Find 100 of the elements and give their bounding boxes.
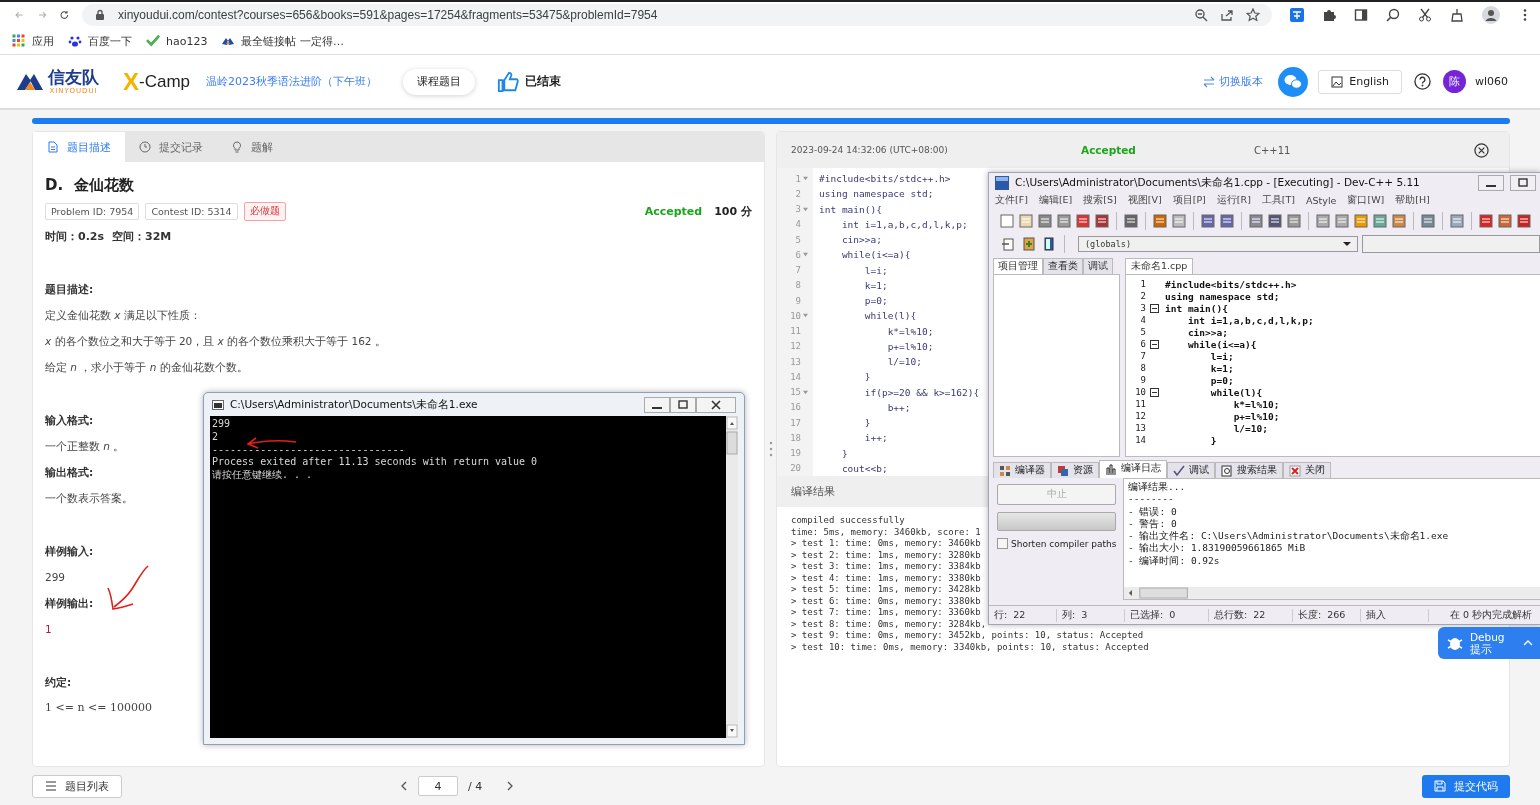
code-line: int i=1,a,b,c,d,l,k,p; <box>840 218 968 230</box>
toolbar-icon[interactable] <box>1094 213 1110 229</box>
splitter-handle[interactable] <box>768 441 773 458</box>
toolbar-icon[interactable] <box>1001 236 1017 252</box>
maximize-icon[interactable] <box>670 396 696 413</box>
line-number: 7 <box>1139 351 1146 361</box>
debug-tip-button[interactable]: Debug 提示 <box>1438 627 1540 659</box>
log-line: - 编译时间: 0.92s <box>1128 554 1220 568</box>
bookmark-link[interactable]: hao123 <box>146 34 208 48</box>
problem-tab[interactable]: 题目描述 <box>33 132 125 162</box>
toolbar-icon[interactable] <box>1200 213 1216 229</box>
menu-item[interactable]: 搜索[S] <box>1083 194 1117 207</box>
next-page-icon[interactable] <box>506 781 515 792</box>
maximize-icon[interactable] <box>1510 174 1536 191</box>
fold-caret-icon[interactable] <box>803 206 808 212</box>
menu-item[interactable]: 工具[T] <box>1261 194 1296 207</box>
scope-dropdown[interactable]: (globals) <box>1078 236 1358 252</box>
page-input[interactable]: 4 <box>418 776 458 797</box>
broom-icon[interactable] <box>1450 8 1464 22</box>
language-button[interactable]: English <box>1318 69 1402 94</box>
output-tab[interactable]: 资源 <box>1051 462 1099 478</box>
minimize-icon[interactable] <box>644 396 670 413</box>
toolbar-icon[interactable] <box>1420 213 1436 229</box>
close-icon[interactable] <box>1474 142 1489 158</box>
course-link[interactable]: 温岭2023秋季语法进阶（下午班） <box>206 74 378 89</box>
menu-item[interactable]: 运行[R] <box>1216 194 1251 207</box>
horizontal-scrollbar[interactable] <box>1124 587 1540 599</box>
toolbar-icon[interactable] <box>1267 213 1283 229</box>
toolbar-icon[interactable] <box>1497 213 1513 229</box>
problem-tab[interactable]: 题解 <box>217 132 287 162</box>
log-line: - 警告: 0 <box>1128 517 1177 530</box>
problem-list-button[interactable]: 题目列表 <box>32 774 122 798</box>
debug-title: Debug <box>1470 631 1506 643</box>
vertical-scrollbar[interactable] <box>726 416 738 738</box>
checkbox[interactable] <box>997 538 1008 549</box>
share-icon[interactable] <box>1220 8 1234 22</box>
translate-icon[interactable] <box>1290 8 1304 22</box>
toolbar-icon[interactable] <box>1516 213 1532 229</box>
close-icon[interactable] <box>696 396 736 413</box>
toolbar-icon[interactable] <box>1248 213 1264 229</box>
fold-caret-icon[interactable] <box>803 176 808 182</box>
sidebar-icon[interactable] <box>1354 8 1368 22</box>
menu-item[interactable]: 项目[P] <box>1172 194 1206 207</box>
line-number: 6 <box>795 249 801 260</box>
zoom-out-icon[interactable] <box>1194 8 1208 22</box>
output-tab[interactable]: 调试 <box>1167 462 1215 478</box>
toolbar-icon[interactable] <box>1021 236 1037 252</box>
menu-item[interactable]: 窗口[W] <box>1347 194 1385 207</box>
menu-item[interactable]: 帮助[H] <box>1395 194 1430 207</box>
file-tab[interactable]: 未命名1.cpp <box>1125 258 1194 274</box>
output-tab[interactable]: 关闭 <box>1283 462 1331 478</box>
submit-code-button[interactable]: 提交代码 <box>1422 774 1510 798</box>
bookmark-link[interactable]: 应用 <box>12 33 54 49</box>
toolbar-icon[interactable] <box>1037 213 1053 229</box>
menu-item[interactable]: AStyle <box>1306 195 1337 206</box>
help-icon[interactable] <box>1413 73 1431 90</box>
output-tab[interactable]: 编译器 <box>993 462 1051 478</box>
side-tab[interactable]: 查看类 <box>1043 258 1083 274</box>
collapse-icon[interactable] <box>1149 339 1159 349</box>
side-tab[interactable]: 调试 <box>1083 258 1113 274</box>
toolbar-icon[interactable] <box>1123 213 1139 229</box>
minimize-icon[interactable] <box>1478 174 1504 191</box>
contest-status: 已结束 <box>525 73 562 90</box>
check-logo-icon <box>146 34 160 48</box>
function-dropdown[interactable] <box>1362 235 1540 253</box>
problem-tab[interactable]: 提交记录 <box>125 132 217 162</box>
output-tab[interactable]: 编译日志 <box>1099 460 1167 478</box>
course-problems-button[interactable]: 课程题目 <box>403 68 476 95</box>
chat-bubbles-icon[interactable] <box>1278 66 1309 97</box>
toolbar-icon[interactable] <box>1219 213 1235 229</box>
code-editor[interactable]: 1 #include<bits/stdc++.h> 2 using namespace std; 3 int main(){ 4 int i=1,a,b,c,d,l,k,p; 5 cin>>a; 6 while(i<=a){ 7 l=i; 8 k=1; 9 p=0; 10 while(l){ 11 k*=l%10; 12 p+=l%10; 13 l/=10; 14 } <box>1125 274 1540 457</box>
toolbar-icon[interactable] <box>1075 213 1091 229</box>
fold-caret-icon[interactable] <box>803 252 808 258</box>
previous-page-icon[interactable] <box>400 781 408 792</box>
scissors-icon[interactable] <box>1418 8 1432 22</box>
fold-caret-icon[interactable] <box>803 389 808 395</box>
puzzle-icon[interactable] <box>1322 8 1336 22</box>
bookmark-link[interactable]: 最全链接帖 一定得… <box>221 33 344 49</box>
star-icon[interactable] <box>1246 8 1260 22</box>
console-line: -------------------------------- <box>212 443 405 457</box>
toolbar-icon[interactable] <box>1041 236 1057 252</box>
toolbar-icon[interactable] <box>1478 213 1494 229</box>
address-bar[interactable]: xinyoudui.com/contest?courses=656&books=591&pages=17254&fragments=53475&problemId=7954 <box>82 4 1272 26</box>
toolbar-icon[interactable] <box>1152 213 1168 229</box>
user-avatar[interactable]: 陈 <box>1442 70 1466 93</box>
side-tab[interactable]: 项目管理 <box>993 258 1043 274</box>
switch-version-link[interactable]: 切换版本 <box>1203 74 1264 89</box>
line-number: 9 <box>795 295 801 306</box>
line-number: 16 <box>790 402 801 413</box>
fold-caret-icon[interactable] <box>803 313 808 319</box>
search-icon[interactable] <box>1386 8 1400 22</box>
menu-item[interactable]: 视图[V] <box>1127 194 1162 207</box>
menu-item[interactable]: 编辑[E] <box>1038 194 1073 207</box>
bookmark-link[interactable]: 百度一下 <box>68 33 132 49</box>
line-number: 14 <box>1134 435 1146 445</box>
profile-icon[interactable] <box>1482 6 1500 24</box>
output-tab[interactable]: 搜索结果 <box>1215 462 1283 478</box>
menu-item[interactable]: 文件[F] <box>995 194 1028 207</box>
collapse-icon[interactable] <box>1149 303 1159 313</box>
collapse-icon[interactable] <box>1149 387 1159 397</box>
